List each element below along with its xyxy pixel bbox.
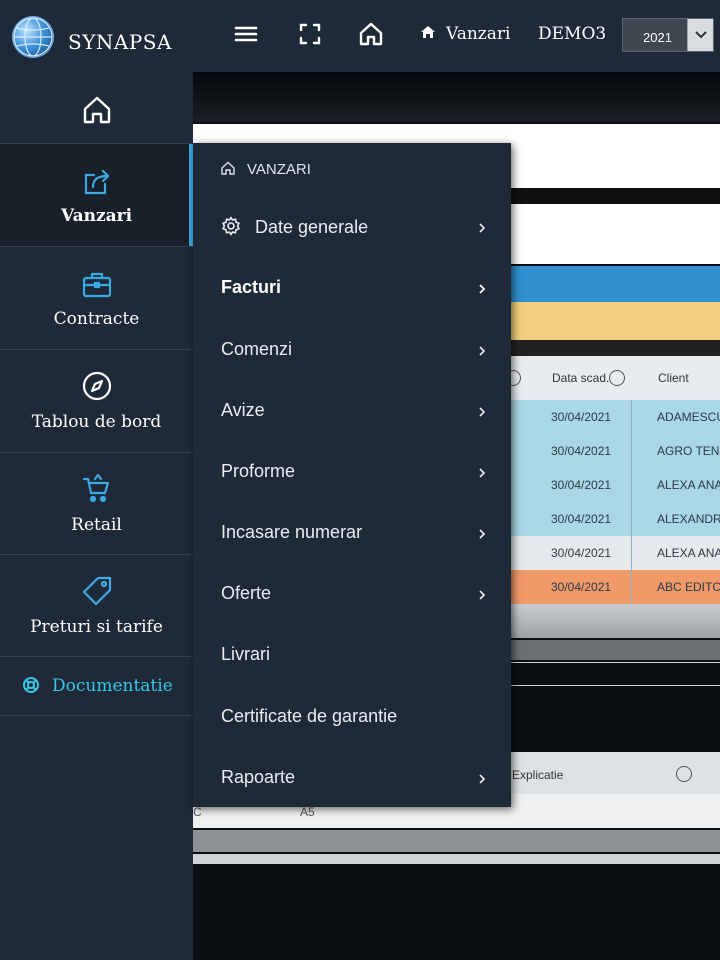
menu-item-label: Incasare numerar — [221, 522, 363, 542]
menu-item-proforme[interactable]: Proforme — [193, 451, 511, 491]
menu-item-label: Rapoarte — [221, 767, 296, 787]
table-row[interactable]: 30/04/2021 AGRO TEN — [511, 434, 720, 468]
home-icon[interactable] — [357, 20, 385, 48]
chevron-right-icon — [475, 219, 489, 233]
app-name: SYNAPSA — [68, 30, 172, 54]
menu-item-certificate-de-garantie[interactable]: Certificate de garantie — [193, 696, 511, 736]
cell-client: AGRO TEN — [657, 444, 720, 458]
table-row[interactable]: 30/04/2021 ALEXANDR — [511, 502, 720, 536]
cell-client: ABC EDITC — [657, 580, 720, 594]
flyout-heading-label: VANZARI — [247, 161, 311, 178]
menu-item-date-generale[interactable]: Date generale — [193, 206, 511, 246]
menu-item-label: Certificate de garantie — [221, 706, 398, 726]
tag-icon — [0, 575, 193, 607]
sidebar-item-home[interactable] — [0, 72, 193, 144]
flyout-heading[interactable]: VANZARI — [221, 161, 311, 178]
grid-divider — [631, 400, 632, 604]
breadcrumb-vanzari-link[interactable]: Vanzari — [420, 24, 510, 44]
table-row[interactable]: 30/04/2021 ALEXA ANA — [511, 536, 720, 570]
sidebar-item-preturi-si-tarife[interactable]: Preturi si tarife — [0, 555, 193, 657]
menu-item-incasare-numerar[interactable]: Incasare numerar — [193, 512, 511, 552]
chevron-right-icon — [475, 525, 489, 539]
content-toolbar — [193, 72, 720, 122]
cart-icon — [0, 473, 193, 505]
home-small-icon — [420, 24, 436, 40]
cell-date: 30/04/2021 — [551, 410, 612, 424]
briefcase-icon — [0, 269, 193, 301]
sidebar-item-retail[interactable]: Retail — [0, 453, 193, 555]
chevron-right-icon — [475, 770, 489, 784]
menu-item-label: Avize — [221, 400, 265, 420]
menu-item-label: Date generale — [255, 217, 369, 237]
cell-date: 30/04/2021 — [551, 512, 612, 526]
globe-logo-icon — [12, 16, 54, 58]
vanzari-flyout-menu: VANZARI Date generale Facturi Comenzi Av… — [193, 143, 511, 807]
menu-item-oferte[interactable]: Oferte — [193, 573, 511, 613]
brand[interactable]: SYNAPSA — [0, 0, 193, 72]
gear-icon — [221, 216, 241, 236]
chevron-right-icon — [475, 586, 489, 600]
sort-icon[interactable] — [676, 766, 692, 782]
breadcrumb-label: Vanzari — [446, 24, 511, 44]
cell-date: 30/04/2021 — [551, 478, 612, 492]
chevron-right-icon — [475, 403, 489, 417]
table-row[interactable]: 30/04/2021 ADAMESCU — [511, 400, 720, 434]
sort-icon[interactable] — [609, 370, 625, 386]
menu-item-label: Comenzi — [221, 339, 293, 359]
menu-item-livrari[interactable]: Livrari — [193, 634, 511, 674]
chevron-right-icon — [475, 280, 489, 294]
menu-item-label: Proforme — [221, 461, 296, 481]
grid-col-client[interactable]: Client — [658, 371, 689, 385]
chevron-right-icon — [475, 342, 489, 356]
table-row[interactable]: 30/04/2021 ABC EDITC — [511, 570, 720, 604]
menu-item-rapoarte[interactable]: Rapoarte — [193, 757, 511, 797]
grid-col-data-scad[interactable]: Data scad. — [552, 371, 609, 385]
home-icon — [221, 161, 235, 175]
top-header: SYNAPSA Vanzari DEMO3 2021 — [0, 0, 720, 72]
sidebar-item-label: Tablou de bord — [31, 412, 162, 432]
menu-item-label: Livrari — [221, 644, 271, 664]
cell-date: 30/04/2021 — [551, 444, 612, 458]
grid-col-explicatie[interactable]: Explicatie — [512, 768, 563, 782]
sidebar-item-vanzari[interactable]: Vanzari — [0, 144, 193, 247]
cell: A5 — [300, 805, 315, 819]
cell-date: 30/04/2021 — [551, 546, 612, 560]
table-row[interactable]: 30/04/2021 ALEXA ANA — [511, 468, 720, 502]
year-select[interactable]: 2021 — [622, 18, 714, 52]
sidebar: Vanzari Contracte Tablou de bord Retail … — [0, 72, 193, 960]
fullscreen-icon[interactable] — [296, 20, 324, 48]
cell-date: 30/04/2021 — [551, 580, 612, 594]
sidebar-item-tablou-de-bord[interactable]: Tablou de bord — [0, 350, 193, 453]
cell: C — [193, 805, 202, 819]
year-value: 2021 — [643, 30, 672, 45]
lifebuoy-icon — [22, 676, 40, 694]
sidebar-item-label: Vanzari — [60, 206, 133, 226]
menu-item-label: Facturi — [221, 277, 282, 297]
cell-client: ALEXA ANA — [657, 546, 720, 560]
sidebar-item-label: Contracte — [53, 309, 140, 329]
lower-scrollbar[interactable] — [193, 830, 720, 852]
documentation-link[interactable]: Documentatie — [0, 656, 193, 716]
chevron-down-icon[interactable] — [687, 19, 713, 51]
cell-client: ADAMESCU — [657, 410, 720, 424]
compass-icon — [0, 370, 193, 402]
company-label[interactable]: DEMO3 — [538, 24, 606, 44]
share-icon — [0, 166, 193, 198]
menu-item-comenzi[interactable]: Comenzi — [193, 329, 511, 369]
menu-item-label: Oferte — [221, 583, 272, 603]
cell-client: ALEXANDR — [657, 512, 720, 526]
home-icon — [0, 94, 193, 126]
lower-footer — [193, 854, 720, 864]
menu-item-avize[interactable]: Avize — [193, 390, 511, 430]
menu-icon[interactable] — [232, 20, 260, 48]
chevron-right-icon — [475, 464, 489, 478]
sidebar-item-label: Retail — [71, 515, 122, 535]
sidebar-item-contracte[interactable]: Contracte — [0, 247, 193, 350]
menu-item-facturi[interactable]: Facturi — [193, 267, 511, 307]
cell-client: ALEXA ANA — [657, 478, 720, 492]
sidebar-item-label: Preturi si tarife — [30, 617, 163, 637]
documentation-label: Documentatie — [52, 676, 173, 696]
